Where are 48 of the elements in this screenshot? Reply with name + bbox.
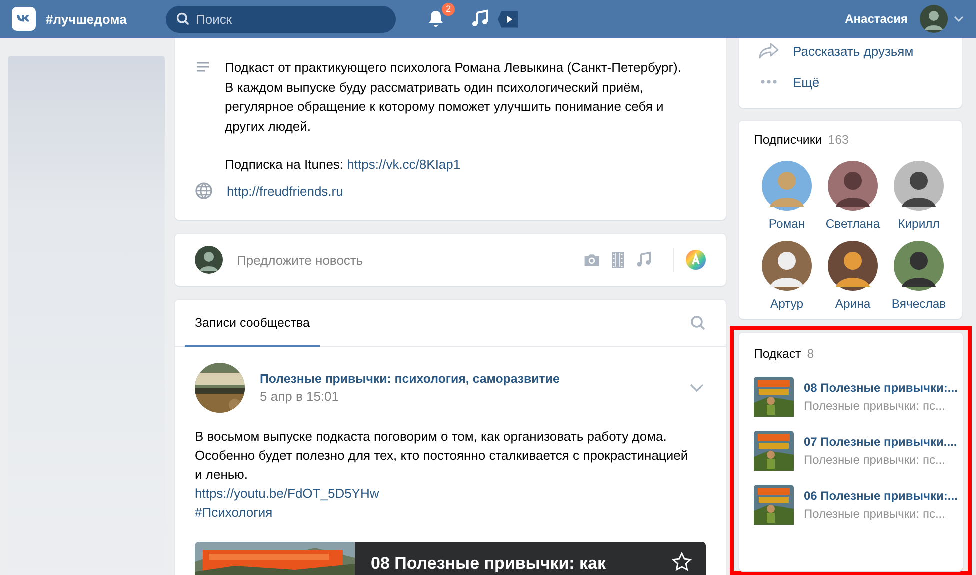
website-link[interactable]: http://freudfriends.ru bbox=[227, 184, 344, 198]
avatar-icon[interactable] bbox=[828, 241, 878, 291]
color-circle-icon[interactable] bbox=[686, 250, 706, 270]
episode-count: 8 bbox=[807, 347, 814, 361]
notification-badge: 2 bbox=[442, 3, 455, 16]
action-link[interactable]: Рассказать друзьям bbox=[793, 44, 914, 58]
video-icon[interactable] bbox=[498, 10, 520, 28]
subscriber-name[interactable]: Светлана bbox=[826, 217, 880, 231]
subscription-label: Подписка на Itunes: bbox=[225, 157, 344, 172]
avatar-icon[interactable] bbox=[894, 241, 944, 291]
subscription-link[interactable]: https://vk.cc/8KIap1 bbox=[347, 157, 461, 172]
episode-subtitle: Полезные привычки: пс... bbox=[804, 506, 946, 522]
music-icon[interactable] bbox=[470, 9, 490, 29]
episode-title[interactable]: 06 Полезные привычки:... bbox=[804, 488, 958, 504]
logo-icon[interactable] bbox=[12, 7, 36, 31]
author-link[interactable]: Полезные привычки: психология, саморазвитие bbox=[260, 372, 560, 386]
post-text: В восьмом выпуске подкаста поговорим о том, как организовать работу дома. Особенно будет полезно для тех, кто постоянно сталкивается с прокрастинацией и ленью. bbox=[195, 428, 690, 484]
search-field[interactable]: Поиск bbox=[166, 6, 396, 32]
user-name[interactable]: Анастасия bbox=[845, 12, 908, 26]
caret-icon[interactable] bbox=[954, 16, 964, 22]
subscriber-name[interactable]: Вячеслав bbox=[892, 297, 946, 311]
avatar-icon bbox=[195, 246, 223, 274]
subscriber-name[interactable]: Артур bbox=[770, 297, 804, 311]
subscriber-name[interactable]: Арина bbox=[835, 297, 871, 311]
avatar-icon[interactable] bbox=[828, 161, 878, 211]
post-date: 5 апр в 15:01 bbox=[260, 389, 340, 404]
description-text: Подкаст от практикующего психолога Романа Левыкина (Санкт-Петербург). В каждом выпуске буду рассматривать один психологический приём, регулярное обращение к которому поможет улучшить понимание себя и других людей. bbox=[225, 59, 682, 136]
star-icon[interactable] bbox=[672, 552, 692, 572]
attachment-title: 08 Полезные привычки: как bbox=[371, 554, 606, 574]
subscriber-count: 163 bbox=[828, 133, 849, 147]
hashtag-link[interactable]: #Психология bbox=[195, 503, 273, 522]
wall-tab[interactable]: Записи сообщества bbox=[185, 300, 320, 347]
globe-icon bbox=[195, 182, 213, 200]
community-name[interactable]: #лучшедома bbox=[46, 12, 166, 26]
subscriber-name[interactable]: Роман bbox=[768, 217, 806, 231]
video-link[interactable]: https://youtu.be/FdOT_5D5YHw bbox=[195, 484, 380, 503]
episode-subtitle: Полезные привычки: пс... bbox=[804, 398, 946, 414]
action-link[interactable]: Ещё bbox=[793, 74, 820, 90]
avatar-icon[interactable] bbox=[894, 161, 944, 211]
episode-title[interactable]: 08 Полезные привычки:... bbox=[804, 380, 958, 396]
bell-icon[interactable] bbox=[426, 9, 446, 29]
subscriber-name[interactable]: Кирилл bbox=[898, 217, 940, 231]
episode-subtitle: Полезные привычки: пс... bbox=[804, 452, 946, 468]
search-icon bbox=[176, 12, 190, 26]
share-arrow-icon bbox=[759, 43, 779, 59]
episode-title[interactable]: 07 Полезные привычки.... bbox=[804, 434, 958, 450]
section-title: Подписчики bbox=[754, 133, 822, 147]
section-title: Подкаст bbox=[754, 347, 802, 361]
